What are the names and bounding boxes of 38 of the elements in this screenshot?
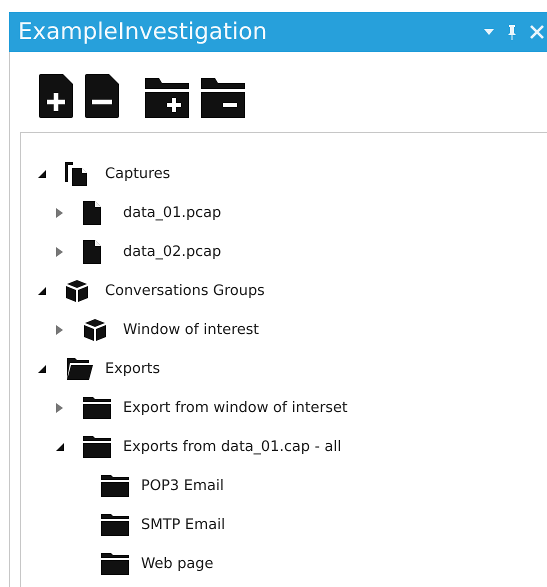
folder-icon bbox=[101, 474, 129, 496]
tree-item-label[interactable]: Exports from data_01.cap - all bbox=[123, 438, 342, 454]
tree-item-label[interactable]: Exports bbox=[105, 360, 160, 376]
pin-icon[interactable] bbox=[507, 24, 517, 40]
expanded-arrow-icon[interactable] bbox=[37, 168, 47, 178]
tree-item-label[interactable]: POP3 Email bbox=[141, 478, 224, 494]
folder-icon bbox=[101, 552, 129, 574]
documents-icon bbox=[65, 162, 87, 186]
cube-icon bbox=[65, 278, 89, 302]
tree-item-label[interactable]: Conversations Groups bbox=[105, 282, 265, 298]
document-icon bbox=[83, 240, 101, 264]
folder-icon bbox=[83, 436, 111, 458]
dropdown-icon[interactable] bbox=[483, 28, 495, 36]
collapsed-arrow-icon[interactable] bbox=[55, 246, 64, 258]
folder-icon bbox=[83, 396, 111, 418]
remove-folder-button[interactable] bbox=[201, 76, 245, 118]
open-folder-icon bbox=[65, 358, 93, 380]
folder-icon bbox=[101, 514, 129, 536]
expanded-arrow-icon[interactable] bbox=[37, 286, 47, 296]
tree-item-label[interactable]: Captures bbox=[105, 166, 170, 182]
add-file-button[interactable] bbox=[39, 74, 73, 118]
collapsed-arrow-icon[interactable] bbox=[55, 402, 64, 414]
collapsed-arrow-icon[interactable] bbox=[55, 206, 64, 218]
tree-item-label[interactable]: data_02.pcap bbox=[123, 244, 222, 260]
expanded-arrow-icon[interactable] bbox=[37, 364, 47, 374]
cube-icon bbox=[83, 318, 107, 342]
tree-item-label[interactable]: Export from window of interset bbox=[123, 400, 348, 416]
tree-item-label[interactable]: SMTP Email bbox=[141, 516, 226, 532]
document-icon bbox=[83, 200, 101, 224]
window-title: ExampleInvestigation bbox=[18, 19, 268, 45]
collapsed-arrow-icon[interactable] bbox=[55, 324, 64, 336]
add-folder-button[interactable] bbox=[145, 76, 189, 118]
close-icon[interactable] bbox=[529, 24, 545, 40]
tree-item-label[interactable]: Window of interest bbox=[123, 322, 259, 338]
expanded-arrow-icon[interactable] bbox=[55, 442, 65, 452]
tree-item-label[interactable]: data_01.pcap bbox=[123, 204, 222, 220]
tree-item-label[interactable]: Web page bbox=[141, 556, 214, 572]
remove-file-button[interactable] bbox=[85, 74, 119, 118]
